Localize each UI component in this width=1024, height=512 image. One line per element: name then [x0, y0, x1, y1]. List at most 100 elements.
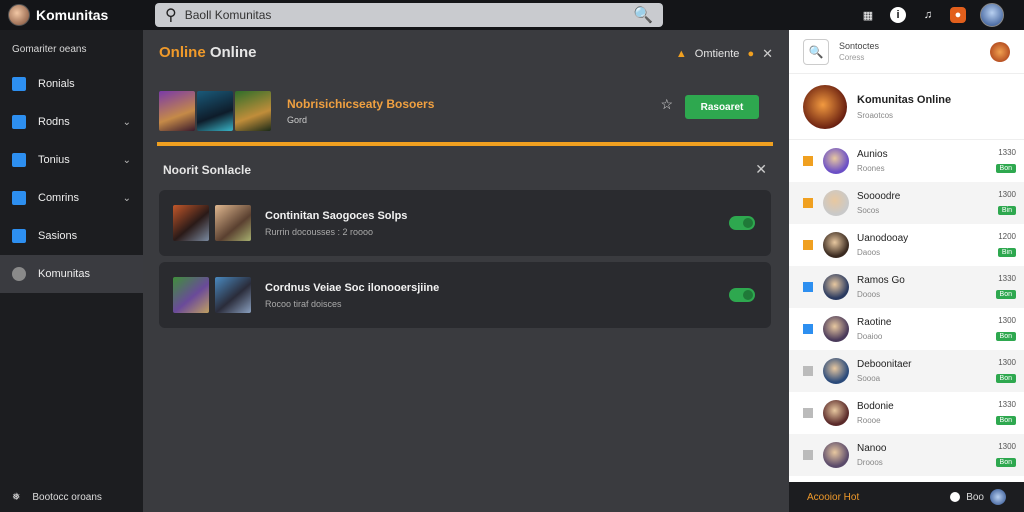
star-icon[interactable]: ☆: [660, 96, 673, 113]
app-title: Komunitas: [36, 7, 109, 23]
info-icon[interactable]: i: [890, 7, 906, 23]
music-icon[interactable]: ♫: [920, 7, 936, 23]
friend-avatar[interactable]: [823, 442, 849, 468]
status-badge: Bin: [997, 205, 1016, 215]
chevron-down-icon[interactable]: ⌄: [123, 117, 131, 128]
header-right: ▲ Omtiente ● ✕: [676, 46, 773, 62]
card-sub: Rurrin docousses : 2 roooo: [265, 226, 374, 237]
trophy-icon: ▲: [675, 48, 687, 60]
friend-avatar[interactable]: [823, 232, 849, 258]
game-thumbnail[interactable]: [173, 205, 209, 241]
game-thumbnail[interactable]: [215, 205, 251, 241]
sidebar-item-rodns[interactable]: Rodns ⌄: [0, 103, 143, 141]
friends-panel: 🔍 Sontoctes Coress Komunitas Online Sroa…: [789, 30, 1024, 482]
right-footer-label[interactable]: Acooior Hot: [807, 492, 859, 503]
divider: [157, 142, 773, 146]
friend-row[interactable]: Bodonie Roooe 1330 Bon: [789, 392, 1024, 434]
status-badge: Bon: [995, 415, 1016, 425]
game-card[interactable]: Cordnus Veiae Soc ilonooersjiine Rocoo t…: [159, 262, 771, 328]
avatar[interactable]: [990, 489, 1006, 505]
sidebar-item-comrins[interactable]: Comrins ⌄: [0, 179, 143, 217]
link-icon: [12, 229, 26, 243]
search-icon[interactable]: 🔍: [803, 38, 829, 65]
notification-icon[interactable]: ●: [950, 7, 966, 23]
friend-avatar[interactable]: [823, 400, 849, 426]
game-thumbnail[interactable]: [215, 277, 251, 313]
status-square: [803, 240, 813, 250]
user-avatar[interactable]: [980, 3, 1004, 27]
card-toggle[interactable]: [729, 216, 755, 230]
game-thumbnail[interactable]: [235, 91, 271, 131]
friend-time: 1200: [998, 231, 1016, 241]
featured-action-button[interactable]: Rasoaret: [685, 95, 759, 119]
sidebar-item-label: Ronials: [38, 78, 75, 90]
friend-sub: Roones: [857, 164, 885, 173]
search-submit-icon[interactable]: 🔍: [633, 5, 653, 25]
friend-name: Soooodre: [857, 191, 901, 202]
bell-icon[interactable]: ●: [747, 48, 754, 60]
friend-row[interactable]: Raotine Doaioo 1300 Bon: [789, 308, 1024, 350]
game-thumbnail[interactable]: [159, 91, 195, 131]
sidebar: Gomariter oeans Ronials Rodns ⌄ Tonius ⌄…: [0, 30, 143, 512]
search-input[interactable]: [184, 8, 626, 22]
sidebar-item-label: Comrins: [38, 192, 79, 204]
friend-time: 1330: [998, 273, 1016, 283]
featured-game[interactable]: Nobrisichicseaty Bosoers Gord ☆ Rasoaret: [159, 82, 773, 140]
chevron-down-icon[interactable]: ⌄: [123, 193, 131, 204]
featured-sub: Gord: [287, 115, 308, 125]
card-title: Continitan Saogoces Solps: [265, 209, 408, 222]
friend-time: 1300: [998, 357, 1016, 367]
friend-row[interactable]: Aunios Roones 1330 Bon: [789, 140, 1024, 182]
status-square: [803, 324, 813, 334]
avatar[interactable]: [990, 41, 1010, 62]
settings-icon: ❅: [12, 491, 21, 503]
friend-row[interactable]: Ramos Go Dooos 1330 Bon: [789, 266, 1024, 308]
game-card[interactable]: Continitan Saogoces Solps Rurrin docouss…: [159, 190, 771, 256]
puzzle-icon[interactable]: ▦: [860, 7, 876, 23]
sidebar-item-komunitas[interactable]: Komunitas: [0, 255, 143, 293]
status-badge: Bon: [995, 163, 1016, 173]
game-thumbnail[interactable]: [173, 277, 209, 313]
friend-avatar[interactable]: [823, 358, 849, 384]
friend-avatar[interactable]: [823, 148, 849, 174]
game-thumbnail[interactable]: [197, 91, 233, 131]
page-title-rest: Online: [205, 44, 257, 61]
profile-avatar[interactable]: [803, 84, 847, 129]
sidebar-item-sasions[interactable]: Sasions: [0, 217, 143, 255]
friend-sub: Daoos: [857, 248, 881, 257]
friend-time: 1330: [998, 399, 1016, 409]
sidebar-item-ronials[interactable]: Ronials: [0, 65, 143, 103]
card-toggle[interactable]: [729, 288, 755, 302]
status-square: [803, 408, 813, 418]
status-square: [803, 198, 813, 208]
sidebar-item-tonius[interactable]: Tonius ⌄: [0, 141, 143, 179]
sidebar-footer[interactable]: ❅ Bootocc oroans: [0, 482, 143, 512]
friend-avatar[interactable]: [823, 274, 849, 300]
friend-sub: Doaioo: [857, 332, 883, 341]
header-right-label: Omtiente: [694, 48, 740, 60]
friend-row[interactable]: Deboonitaer Soooa 1300 Bon: [789, 350, 1024, 392]
page-title: Online Online: [159, 44, 257, 61]
friends-header: 🔍 Sontoctes Coress: [789, 30, 1024, 74]
chat-icon: [12, 191, 26, 205]
app-logo[interactable]: Komunitas: [0, 4, 143, 26]
friend-row[interactable]: Nanoo Drooos 1300 Bon: [789, 434, 1024, 476]
top-bar: Komunitas ⚲ 🔍 ▦ i ♫ ●: [0, 0, 1024, 30]
profile-name: Komunitas Online: [857, 93, 952, 106]
main-content: Online Online ▲ Omtiente ● ✕ Nobrisichic…: [143, 30, 789, 512]
search-bar[interactable]: ⚲ 🔍: [155, 3, 663, 27]
friend-row[interactable]: Uanodooay Daoos 1200 Bin: [789, 224, 1024, 266]
friend-avatar[interactable]: [823, 316, 849, 342]
status-square: [803, 450, 813, 460]
close-icon[interactable]: ✕: [762, 46, 773, 62]
chevron-down-icon[interactable]: ⌄: [123, 155, 131, 166]
user-circle-icon: [12, 267, 26, 281]
friend-name: Aunios: [857, 149, 888, 160]
close-icon[interactable]: ✕: [755, 161, 767, 178]
profile-card[interactable]: Komunitas Online Sroaotcos: [789, 74, 1024, 140]
sidebar-header: Gomariter oeans: [12, 44, 87, 55]
card-sub: Rocoo tiraf doisces: [265, 298, 342, 309]
friend-row[interactable]: Soooodre Socos 1300 Bin: [789, 182, 1024, 224]
friend-time: 1300: [998, 441, 1016, 451]
friend-avatar[interactable]: [823, 190, 849, 216]
